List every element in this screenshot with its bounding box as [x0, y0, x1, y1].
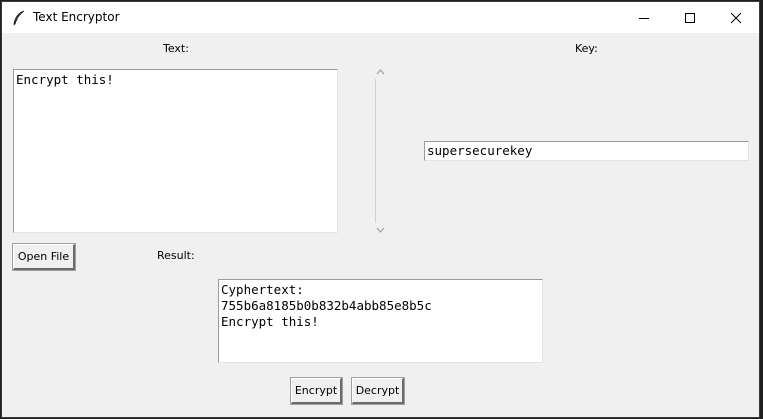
scroll-track[interactable] [375, 79, 376, 223]
title-bar[interactable]: Text Encryptor [2, 2, 759, 33]
open-file-button[interactable]: Open File [12, 243, 76, 271]
chevron-down-icon[interactable] [375, 225, 386, 235]
result-label: Result: [157, 249, 195, 262]
app-window: Text Encryptor Text: Key: Encrypt this! [1, 1, 760, 418]
window-title: Text Encryptor [33, 10, 120, 24]
decrypt-button[interactable]: Decrypt [351, 377, 405, 405]
minimize-icon [639, 17, 649, 19]
text-scrollbar[interactable] [373, 65, 388, 237]
text-label: Text: [163, 42, 189, 55]
text-input-area[interactable]: Encrypt this! [13, 69, 338, 233]
result-output-area[interactable]: Cyphertext: 755b6a8185b0b832b4abb85e8b5c… [218, 279, 543, 363]
encrypt-button[interactable]: Encrypt [290, 377, 343, 405]
feather-icon [12, 10, 26, 26]
chevron-up-icon[interactable] [375, 67, 386, 77]
close-icon [730, 12, 742, 23]
key-label: Key: [575, 42, 598, 55]
maximize-icon [685, 12, 695, 23]
key-input[interactable]: supersecurekey [424, 141, 749, 161]
minimize-button[interactable] [621, 2, 667, 33]
close-button[interactable] [713, 2, 759, 33]
maximize-button[interactable] [667, 2, 713, 33]
